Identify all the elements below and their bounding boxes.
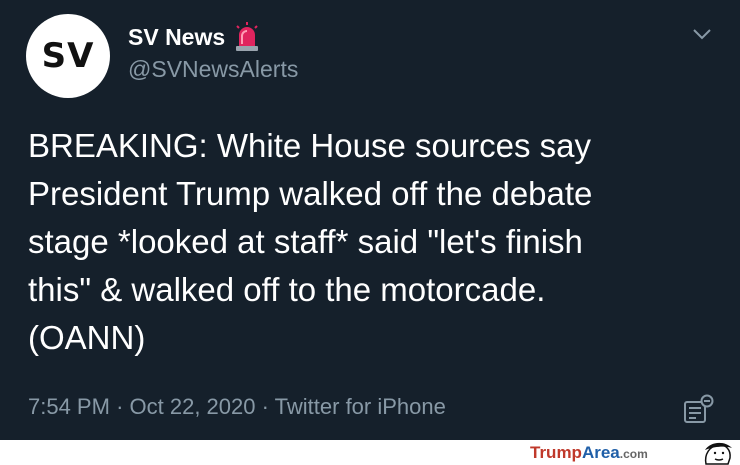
watermark: TrumpArea.com bbox=[530, 443, 648, 463]
tweet-time[interactable]: 7:54 PM bbox=[28, 394, 110, 419]
tweet-text-line: (OANN) bbox=[28, 319, 146, 356]
tweet-card[interactable]: SV SV News @SVNewsAlerts BREAKING: White… bbox=[0, 0, 740, 440]
meta-separator: · bbox=[261, 394, 269, 419]
display-name[interactable]: SV News bbox=[128, 24, 225, 51]
siren-icon bbox=[236, 22, 259, 51]
chevron-down-icon[interactable] bbox=[690, 22, 714, 46]
tweet-source[interactable]: Twitter for iPhone bbox=[275, 394, 446, 419]
avatar[interactable]: SV bbox=[26, 14, 110, 98]
display-name-row[interactable]: SV News bbox=[128, 22, 261, 52]
analytics-icon[interactable] bbox=[682, 394, 716, 426]
tweet-meta: 7:54 PM · Oct 22, 2020 · Twitter for iPh… bbox=[28, 394, 446, 420]
tweet-text-line: stage *looked at staff* said "let's fini… bbox=[28, 223, 583, 260]
tweet-text-line: President Trump walked off the debate bbox=[28, 175, 593, 212]
watermark-trump: Trump bbox=[530, 443, 582, 462]
caricature-icon bbox=[704, 442, 732, 465]
watermark-com: .com bbox=[619, 447, 648, 461]
avatar-logo-text: SV bbox=[41, 36, 95, 76]
tweet-text-line: this" & walked off to the motorcade. bbox=[28, 271, 546, 308]
tweet-text-line: BREAKING: White House sources say bbox=[28, 127, 592, 164]
watermark-area: Area bbox=[581, 443, 620, 462]
tweet-text: BREAKING: White House sources say Presid… bbox=[28, 122, 718, 362]
tweet-date[interactable]: Oct 22, 2020 bbox=[130, 394, 256, 419]
meta-separator: · bbox=[116, 394, 124, 419]
user-handle[interactable]: @SVNewsAlerts bbox=[128, 56, 298, 83]
